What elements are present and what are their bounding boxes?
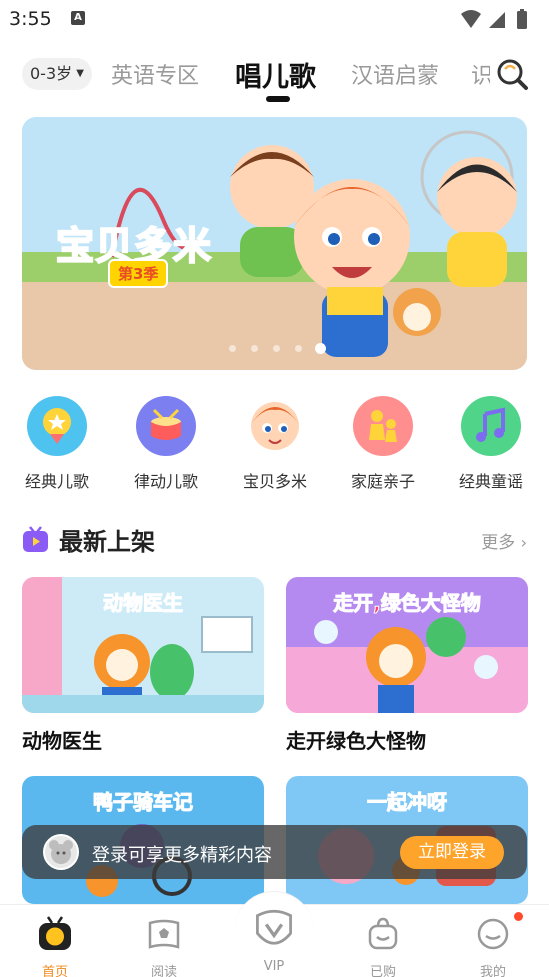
category-rhythm-songs[interactable]: 律动儿歌 bbox=[126, 396, 206, 492]
more-link[interactable]: 更多 › bbox=[481, 528, 527, 553]
nav-home[interactable]: 首页 bbox=[20, 915, 90, 977]
nav-read[interactable]: 阅读 bbox=[129, 915, 199, 977]
nav-vip[interactable]: VIP bbox=[239, 909, 309, 974]
search-icon[interactable] bbox=[495, 57, 529, 91]
tab-english[interactable]: 英语专区 bbox=[111, 58, 199, 90]
section-title: 最新上架 bbox=[59, 528, 155, 556]
nav-profile[interactable]: 我的 bbox=[458, 911, 528, 977]
video-card[interactable]: 动物医生 动物医生 bbox=[22, 577, 264, 754]
book-icon bbox=[148, 919, 180, 949]
thumbnail-caption: 走开,绿色大怪物 bbox=[333, 591, 482, 616]
home-tv-icon bbox=[39, 916, 71, 950]
status-icons bbox=[461, 9, 527, 29]
login-button[interactable]: 立即登录 bbox=[400, 836, 504, 869]
category-tabs: 英语专区 唱儿歌 汉语启蒙 识 bbox=[0, 50, 490, 96]
category-label: 律动儿歌 bbox=[133, 472, 198, 491]
video-title: 走开绿色大怪物 bbox=[286, 729, 426, 753]
more-label: 更多 bbox=[481, 533, 516, 553]
category-nursery-rhymes[interactable]: 经典童谣 bbox=[451, 396, 531, 492]
category-baby-domi[interactable]: 宝贝多米 bbox=[235, 396, 315, 492]
nav-label: 我的 bbox=[479, 965, 506, 977]
video-thumbnail: 走开,绿色大怪物 bbox=[286, 577, 528, 713]
carousel-dot bbox=[229, 345, 236, 352]
nav-label: 首页 bbox=[41, 965, 68, 977]
carousel-dot-active bbox=[315, 343, 326, 354]
category-family[interactable]: 家庭亲子 bbox=[343, 396, 423, 492]
video-thumbnail: 动物医生 bbox=[22, 577, 264, 713]
new-arrivals-icon bbox=[23, 526, 48, 552]
login-prompt-text: 登录可享更多精彩内容 bbox=[92, 845, 272, 866]
banner-subtitle: 第3季 bbox=[108, 259, 169, 288]
battery-icon bbox=[517, 11, 527, 29]
avatar bbox=[43, 834, 79, 870]
profile-icon bbox=[477, 918, 509, 950]
thumbnail-caption: 鸭子骑车记 bbox=[93, 790, 194, 815]
category-label: 家庭亲子 bbox=[350, 472, 415, 491]
hero-banner[interactable]: 宝贝多米 第3季 bbox=[22, 117, 527, 370]
drum-icon bbox=[136, 396, 196, 456]
bag-icon bbox=[368, 917, 398, 950]
medal-icon bbox=[27, 396, 87, 456]
chevron-right-icon: › bbox=[520, 533, 527, 552]
video-title: 动物医生 bbox=[22, 729, 102, 753]
nav-label: 已购 bbox=[369, 965, 396, 977]
notification-icon: A bbox=[71, 11, 85, 25]
notification-badge bbox=[513, 911, 524, 922]
nav-label: VIP bbox=[263, 959, 285, 974]
carousel-dot bbox=[273, 345, 280, 352]
tab-chinese[interactable]: 汉语启蒙 bbox=[351, 58, 439, 90]
category-label: 经典童谣 bbox=[458, 472, 523, 491]
login-prompt-bar: 登录可享更多精彩内容 立即登录 bbox=[22, 825, 527, 879]
thumbnail-caption: 动物医生 bbox=[103, 591, 184, 616]
status-time: 3:55 bbox=[9, 8, 52, 30]
carousel-dot bbox=[295, 345, 302, 352]
thumbnail-caption: 一起冲呀 bbox=[367, 790, 448, 815]
character-avatar bbox=[245, 396, 305, 456]
category-classic-songs[interactable]: 经典儿歌 bbox=[17, 396, 97, 492]
category-label: 经典儿歌 bbox=[24, 472, 89, 491]
nav-purchased[interactable]: 已购 bbox=[348, 915, 418, 977]
bottom-navigation: 首页 阅读 VIP 已购 我的 bbox=[0, 891, 549, 977]
wifi-icon bbox=[461, 10, 481, 28]
tab-songs[interactable]: 唱儿歌 bbox=[235, 55, 316, 94]
carousel-dot bbox=[251, 345, 258, 352]
video-card[interactable]: 走开,绿色大怪物 走开绿色大怪物 bbox=[286, 577, 528, 754]
category-label: 宝贝多米 bbox=[242, 472, 307, 491]
nav-label: 阅读 bbox=[150, 965, 177, 977]
signal-icon bbox=[489, 12, 505, 28]
family-icon bbox=[353, 396, 413, 456]
music-note-icon bbox=[461, 396, 521, 456]
vip-crown-icon bbox=[256, 909, 292, 945]
tab-more[interactable]: 识 bbox=[471, 58, 490, 90]
tab-indicator bbox=[266, 96, 290, 102]
status-bar: 3:55 A bbox=[0, 0, 549, 38]
